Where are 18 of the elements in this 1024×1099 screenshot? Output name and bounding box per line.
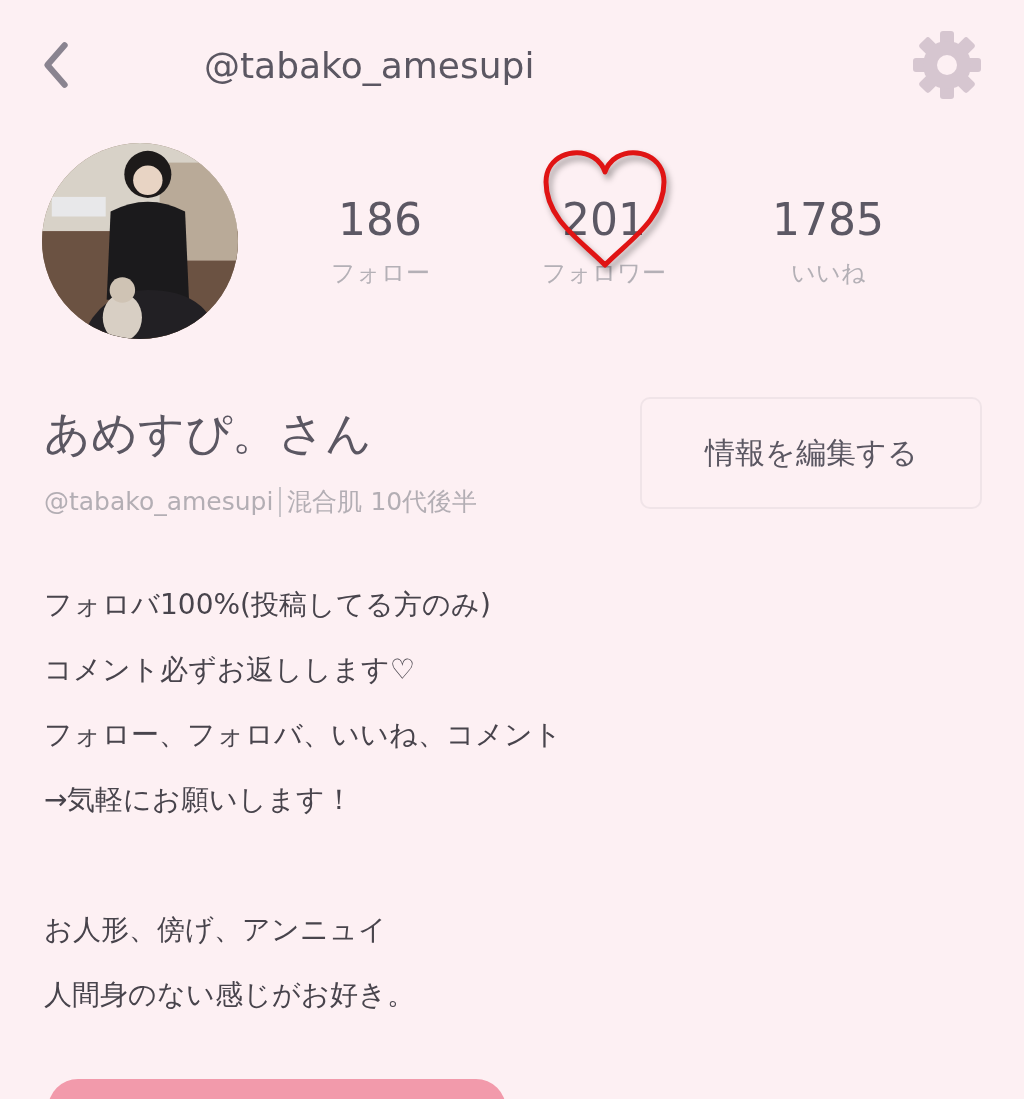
bio-text: 人間身のない感じがお好き。	[44, 977, 416, 1013]
user-handle: @tabako_amesupi	[44, 487, 274, 516]
stat-count: 186	[338, 193, 422, 245]
bio-text: →気軽にお願いします！	[44, 782, 355, 818]
bio-text: お人形、傍げ、アンニュイ	[44, 912, 388, 948]
settings-button[interactable]	[912, 29, 984, 101]
edit-profile-button[interactable]: 情報を編集する	[640, 397, 982, 509]
stat-label[interactable]: いいね	[790, 256, 866, 289]
bio-text: フォロバ100%(投稿してる方のみ)	[44, 587, 492, 623]
stat-label[interactable]: フォロー	[330, 256, 430, 289]
skin-age-info: 混合肌 10代後半	[287, 486, 478, 518]
stat-label[interactable]: フォロワー	[542, 256, 666, 289]
bio-text: コメント必ずお返しします♡	[44, 652, 417, 688]
stat-count: 1785	[772, 193, 884, 245]
bio-text: フォロー、フォロバ、いいね、コメント	[44, 717, 563, 753]
display-name: あめすぴ。さん	[44, 405, 373, 462]
settings-icon	[912, 30, 982, 100]
profile-title: @tabako_amesupi	[204, 44, 536, 86]
